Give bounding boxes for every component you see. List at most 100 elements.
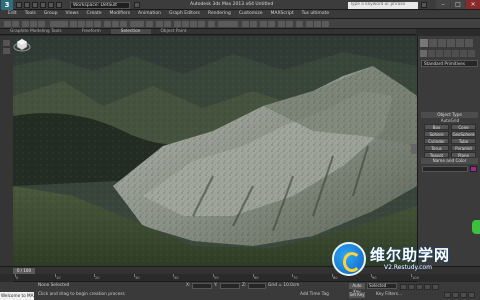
mirror-icon[interactable] [242,21,249,27]
shapes-icon[interactable] [428,50,435,57]
quick-access-menu-icon[interactable] [134,2,140,8]
key-mode-dropdown[interactable]: Selected [367,283,397,289]
keyboard-shortcut-icon[interactable] [164,21,171,27]
open-file-icon[interactable] [24,2,30,8]
hierarchy-tab-icon[interactable] [438,39,446,47]
cone-button[interactable]: Cone [451,124,476,130]
redo-icon[interactable] [12,21,19,27]
selection-filter-dropdown[interactable] [50,21,68,27]
y-coordinate-field[interactable] [220,283,240,289]
link-icon[interactable] [22,21,29,27]
previous-frame-icon[interactable] [408,284,415,290]
render-production-icon[interactable] [322,21,329,27]
menu-edit[interactable]: Edit [4,10,21,18]
manipulate-icon[interactable] [156,21,163,27]
menu-tus-ultimate[interactable]: Tus ultimate [298,10,333,18]
percent-snap-icon[interactable] [190,21,197,27]
layer-manager-icon[interactable] [260,21,267,27]
space-warps-icon[interactable] [460,50,467,57]
tube-button[interactable]: Tube [451,138,476,144]
render-setup-icon[interactable] [306,21,313,27]
graphite-toggle-icon[interactable] [268,21,275,27]
minimize-button[interactable]: – [436,0,450,9]
menu-group[interactable]: Group [40,10,62,18]
menu-graph-editors[interactable]: Graph Editors [165,10,204,18]
menu-customize[interactable]: Customize [235,10,267,18]
snaps-toggle-icon[interactable] [174,21,181,27]
menu-tools[interactable]: Tools [21,10,40,18]
rectangular-selection-icon[interactable] [86,21,93,27]
tab-selection[interactable]: Selection [110,29,151,34]
helpers-icon[interactable] [452,50,459,57]
menu-animation[interactable]: Animation [134,10,165,18]
go-to-start-icon[interactable] [400,284,407,290]
maximize-viewport-icon[interactable] [468,292,475,298]
pan-icon[interactable] [452,292,459,298]
display-tab-icon[interactable] [456,39,464,47]
go-to-end-icon[interactable] [432,284,439,290]
motion-tab-icon[interactable] [447,39,455,47]
named-selection-sets-icon[interactable] [208,21,215,27]
geosphere-button[interactable]: GeoSphere [451,131,476,137]
reference-coordinate-dropdown[interactable] [130,21,144,27]
x-coordinate-field[interactable] [192,283,212,289]
set-key-button[interactable]: Set Key [349,292,365,298]
unlink-icon[interactable] [30,21,37,27]
tab-graphite-modeling-tools[interactable]: Graphite Modeling Tools [0,29,72,34]
torus-button[interactable]: Torus [424,145,449,151]
z-coordinate-field[interactable] [248,283,266,289]
undo-icon[interactable] [40,2,46,8]
primitive-type-dropdown[interactable]: Standard Primitives [421,60,478,67]
systems-icon[interactable] [468,50,475,57]
menu-maxscript[interactable]: MAXScript [267,10,298,18]
viewport-menu-icon[interactable] [3,40,10,46]
rendered-frame-window-icon[interactable] [314,21,321,27]
modify-tab-icon[interactable] [429,39,437,47]
named-selection-dropdown[interactable] [218,21,238,27]
search-icon[interactable] [421,2,427,8]
menu-rendering[interactable]: Rendering [204,10,235,18]
box-button[interactable]: Box [424,124,449,130]
angle-snap-icon[interactable] [182,21,189,27]
menu-modifiers[interactable]: Modifiers [106,10,135,18]
select-object-icon[interactable] [70,21,77,27]
next-frame-icon[interactable] [424,284,431,290]
rotate-icon[interactable] [112,21,119,27]
key-filters-button[interactable]: Key Filters... [376,292,402,297]
name-and-color-rollout-header[interactable]: Name and Color [421,158,478,164]
orbit-icon[interactable] [460,292,467,298]
perspective-viewport[interactable] [13,36,417,266]
viewcube-icon[interactable] [13,36,31,52]
search-input[interactable]: Type a keyword or phrase [348,2,418,9]
play-icon[interactable] [416,284,423,290]
schematic-view-icon[interactable] [286,21,293,27]
maxscript-listener[interactable]: Welcome to MAX [0,292,34,300]
window-crossing-icon[interactable] [94,21,101,27]
workspace-dropdown[interactable]: Workspace: Default [70,2,130,9]
select-by-name-icon[interactable] [78,21,85,27]
spinner-snap-icon[interactable] [198,21,205,27]
utilities-tab-icon[interactable] [465,39,473,47]
save-file-icon[interactable] [32,2,38,8]
lights-icon[interactable] [436,50,443,57]
curve-editor-icon[interactable] [278,21,285,27]
menu-create[interactable]: Create [83,10,106,18]
app-logo-icon[interactable]: 3 [1,0,13,10]
zoom-icon[interactable] [444,292,451,298]
pyramid-button[interactable]: Pyramid [451,145,476,151]
scale-icon[interactable] [120,21,127,27]
sphere-button[interactable]: Sphere [424,131,449,137]
cameras-icon[interactable] [444,50,451,57]
tab-freeform[interactable]: Freeform [72,29,111,34]
tab-object-paint[interactable]: Object Paint [151,29,197,34]
close-button[interactable]: ✕ [466,0,480,9]
align-icon[interactable] [250,21,257,27]
move-icon[interactable] [104,21,111,27]
maximize-button[interactable]: □ [451,0,465,9]
menu-views[interactable]: Views [62,10,83,18]
viewport-shading-icon[interactable] [3,48,10,54]
add-time-tag-button[interactable]: Add Time Tag [300,292,329,297]
project-folder-icon[interactable] [56,2,62,8]
material-editor-icon[interactable] [296,21,303,27]
geometry-icon[interactable] [420,50,427,57]
